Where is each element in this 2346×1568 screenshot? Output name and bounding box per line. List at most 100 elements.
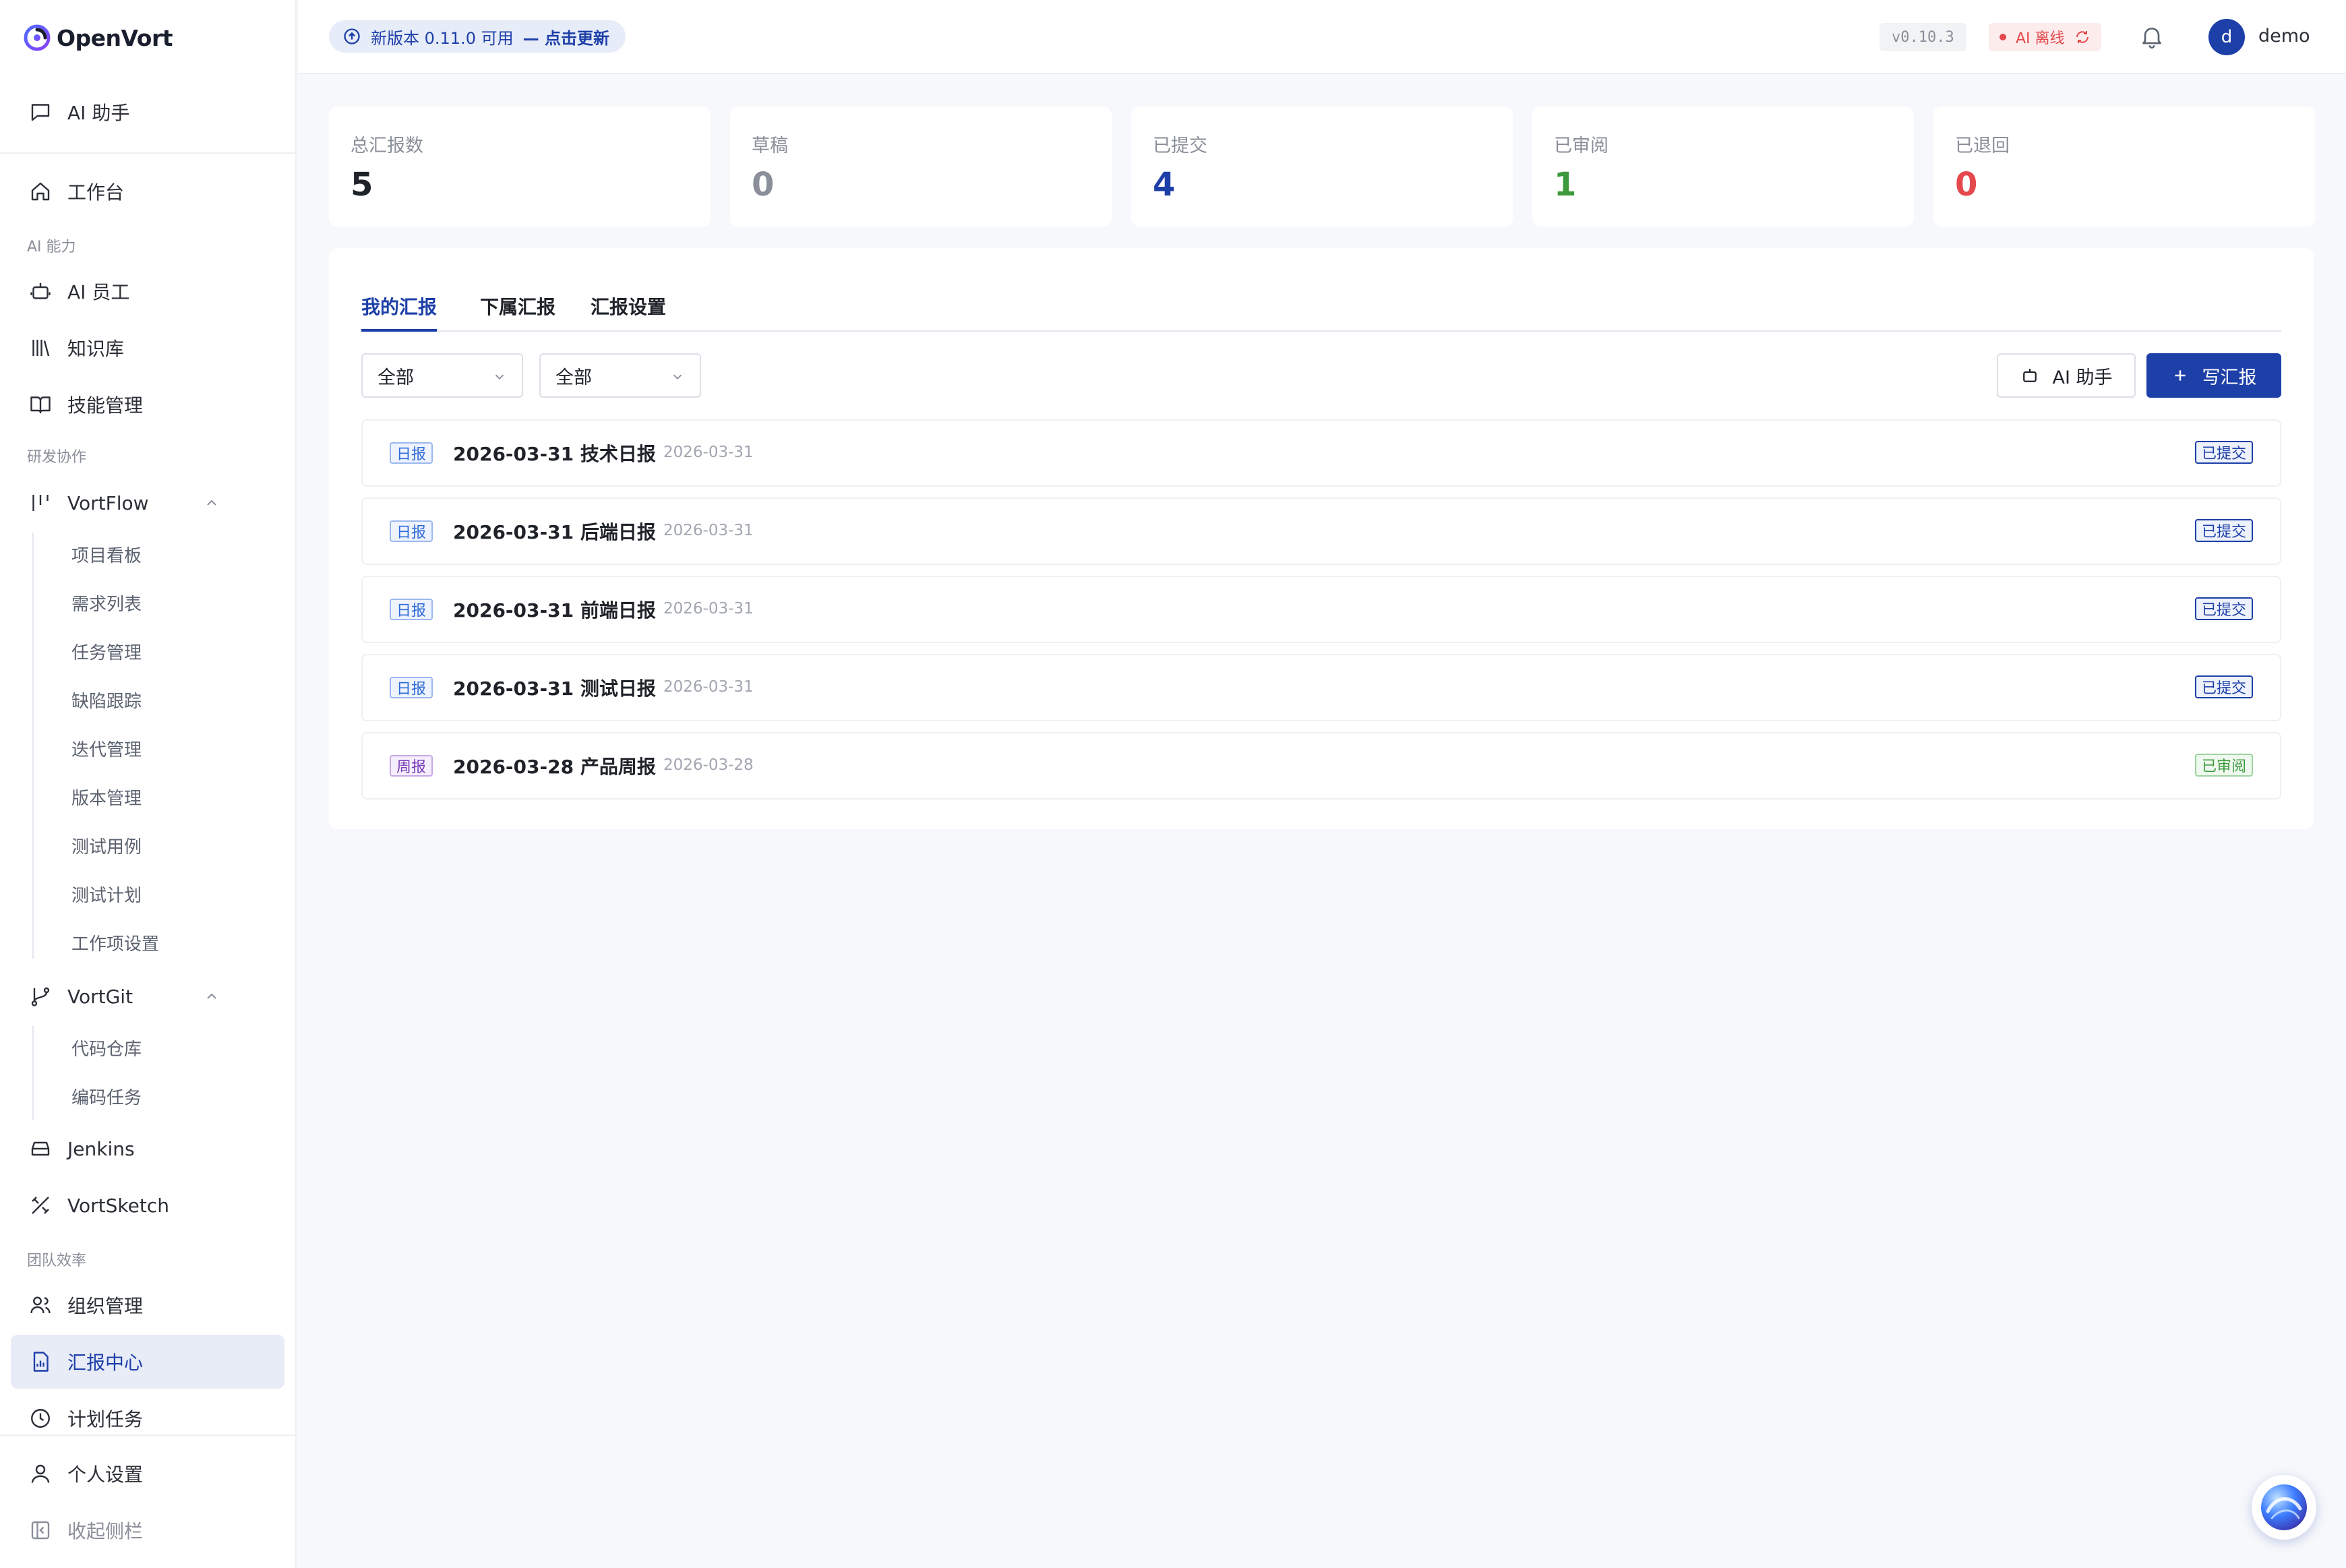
sidebar-subitem-tasks[interactable]: 任务管理 [71,639,142,664]
sidebar-subitem-test-cases[interactable]: 测试用例 [71,833,142,858]
report-row[interactable]: 周报 2026-03-28 产品周报 2026-03-28 已审阅 [361,732,2281,800]
chevron-up-icon[interactable] [204,495,220,511]
report-type-badge: 日报 [390,599,433,620]
select-value: 全部 [378,367,414,388]
bell-icon[interactable] [2138,23,2165,50]
sidebar-item-personal[interactable]: 个人设置 [11,1447,284,1501]
section-label-ai: AI 能力 [27,239,76,255]
arrow-up-circle-icon [344,28,360,44]
sidebar-item-scheduled[interactable]: 计划任务 [11,1391,284,1445]
stat-value: 0 [1955,166,1978,204]
sidebar-subitem-board[interactable]: 项目看板 [71,542,142,567]
tab-subordinate-reports[interactable]: 下属汇报 [480,293,555,332]
sidebar-item-org[interactable]: 组织管理 [11,1278,284,1332]
report-type-badge: 日报 [390,677,433,698]
update-link[interactable]: — 点击更新 [523,25,609,49]
users-icon [27,1292,54,1319]
sidebar-subitem-repos[interactable]: 代码仓库 [71,1035,142,1060]
sidebar-item-label: VortSketch [67,1194,169,1217]
avatar[interactable]: d [2208,19,2245,55]
sidebar-item-report-center[interactable]: 汇报中心 [11,1335,284,1389]
filter-type-select[interactable]: 全部 [361,353,523,398]
submenu-line [32,1026,34,1120]
update-available-banner[interactable]: 新版本 0.11.0 可用 — 点击更新 [329,20,626,53]
stat-label: 草稿 [752,135,788,156]
username[interactable]: demo [2258,26,2310,47]
ai-status-badge[interactable]: AI 离线 [1989,23,2101,51]
sidebar-item-label: 计划任务 [67,1408,144,1430]
tab-report-settings[interactable]: 汇报设置 [591,293,666,332]
stat-card-draft: 草稿 0 [730,107,1112,227]
sidebar-item-label: Jenkins [67,1137,135,1160]
brand-name: OpenVort [57,24,173,51]
sidebar-item-label: VortFlow [67,491,149,514]
sidebar-subitem-requirements[interactable]: 需求列表 [71,591,142,615]
logo[interactable]: OpenVort [23,22,173,54]
stat-card-returned: 已退回 0 [1933,107,2315,227]
sidebar-divider [0,152,297,154]
sidebar-item-vortflow[interactable]: VortFlow [11,476,284,530]
sidebar-subitem-bugs[interactable]: 缺陷跟踪 [71,688,142,713]
sidebar-item-ai-assistant[interactable]: AI 助手 [11,85,284,139]
assistant-orb-icon [2261,1484,2307,1530]
sidebar-subitem-versions[interactable]: 版本管理 [71,785,142,810]
sidebar-item-ai-staff[interactable]: AI 员工 [11,264,284,318]
report-row[interactable]: 日报 2026-03-31 后端日报 2026-03-31 已提交 [361,497,2281,565]
sidebar-item-skills[interactable]: 技能管理 [11,378,284,431]
openvort-logo-icon [24,24,51,51]
flow-icon [27,489,54,516]
report-title[interactable]: 2026-03-31 前端日报 [453,596,656,623]
report-title[interactable]: 2026-03-31 后端日报 [453,518,656,545]
ai-assistant-button[interactable]: AI 助手 [1997,353,2136,398]
chevron-up-icon[interactable] [204,988,220,1004]
sidebar-item-label: 汇报中心 [67,1352,144,1374]
sidebar-item-label: 技能管理 [67,394,144,417]
tab-my-reports[interactable]: 我的汇报 [361,293,438,332]
sidebar-item-label: 知识库 [67,338,125,360]
stat-label: 已退回 [1955,135,2010,156]
sidebar-subitem-workitem-settings[interactable]: 工作项设置 [71,930,159,955]
floating-assistant-button[interactable] [2252,1475,2316,1540]
section-label-dev: 研发协作 [27,449,87,466]
sidebar-item-workbench[interactable]: 工作台 [11,164,284,218]
report-row[interactable]: 日报 2026-03-31 测试日报 2026-03-31 已提交 [361,654,2281,721]
home-icon [27,178,54,205]
sidebar-subitem-test-plans[interactable]: 测试计划 [71,882,142,907]
chevron-down-icon [495,374,504,380]
report-row[interactable]: 日报 2026-03-31 技术日报 2026-03-31 已提交 [361,419,2281,487]
report-row[interactable]: 日报 2026-03-31 前端日报 2026-03-31 已提交 [361,576,2281,643]
status-badge: 已提交 [2194,519,2253,542]
book-open-icon [27,391,54,418]
section-label-team: 团队效率 [27,1253,87,1269]
report-date: 2026-03-31 [663,600,754,617]
sidebar-item-knowledge[interactable]: 知识库 [11,321,284,375]
plus-icon [2174,370,2186,381]
refresh-icon[interactable] [2074,29,2091,45]
user-icon [27,1460,54,1487]
version-badge: v0.10.3 [1879,23,1966,51]
sidebar-subitem-coding-tasks[interactable]: 编码任务 [71,1084,142,1109]
report-title[interactable]: 2026-03-31 技术日报 [453,440,656,466]
chevron-down-icon [673,374,682,380]
ai-status-text: AI 离线 [2016,30,2065,47]
report-title[interactable]: 2026-03-28 产品周报 [453,752,656,779]
clock-icon [27,1405,54,1432]
sidebar-subitem-iterations[interactable]: 迭代管理 [71,736,142,761]
sidebar-item-jenkins[interactable]: Jenkins [11,1122,284,1176]
sidebar-item-label: 组织管理 [67,1295,144,1317]
select-value: 全部 [555,367,592,388]
filter-status-select[interactable]: 全部 [539,353,701,398]
stat-card-submitted: 已提交 4 [1131,107,1513,227]
status-badge: 已提交 [2194,597,2253,620]
robot-icon [2023,369,2037,382]
sidebar-item-vortgit[interactable]: VortGit [11,969,284,1023]
write-report-button[interactable]: 写汇报 [2146,353,2281,398]
report-title[interactable]: 2026-03-31 测试日报 [453,674,656,701]
sidebar-item-label: VortGit [67,985,133,1008]
sidebar-collapse-button[interactable]: 收起侧栏 [11,1503,284,1557]
stat-value: 4 [1153,166,1176,204]
sidebar-item-vortsketch[interactable]: VortSketch [11,1178,284,1232]
stat-value: 5 [351,166,373,204]
update-text: 新版本 0.11.0 可用 [371,28,514,48]
sidebar-item-label: AI 助手 [67,102,130,124]
